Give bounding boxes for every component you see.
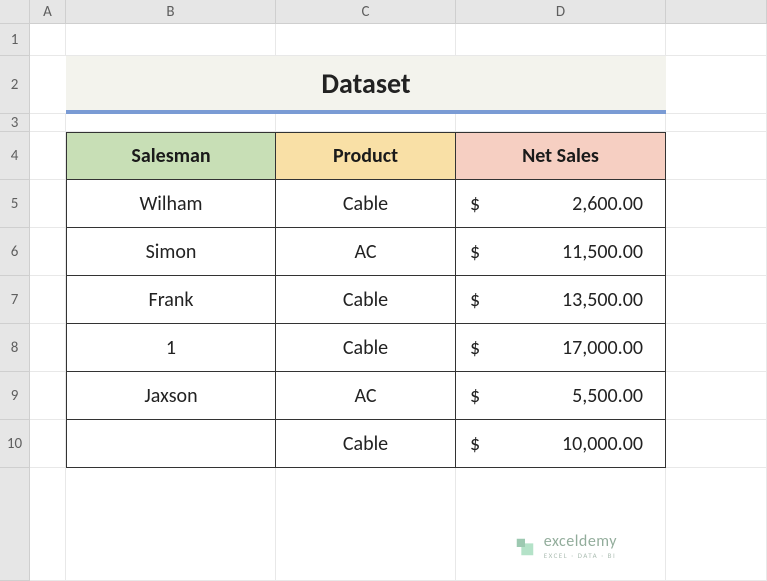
currency-symbol: $ <box>470 384 480 408</box>
cell-salesman-0[interactable]: Wilham <box>66 180 276 228</box>
netsales-value: 2,600.00 <box>572 192 643 216</box>
currency-symbol: $ <box>470 432 480 456</box>
cell-D-blank[interactable] <box>456 468 666 581</box>
cell-E9[interactable] <box>666 372 767 420</box>
col-header-C[interactable]: C <box>276 0 456 24</box>
cell-E6[interactable] <box>666 228 767 276</box>
cell-E1[interactable] <box>666 24 767 56</box>
row-header-2[interactable]: 2 <box>0 56 30 114</box>
currency-symbol: $ <box>470 288 480 312</box>
cell-salesman-2[interactable]: Frank <box>66 276 276 324</box>
spreadsheet-grid: A B C D 1 2 3 4 5 6 7 8 9 10 Dataset Sal… <box>0 0 767 581</box>
cell-E5[interactable] <box>666 180 767 228</box>
select-all-corner[interactable] <box>0 0 30 24</box>
cell-A1[interactable] <box>30 24 66 56</box>
cell-salesman-4[interactable]: Jaxson <box>66 372 276 420</box>
table-header-product[interactable]: Product <box>276 132 456 180</box>
cell-D1[interactable] <box>456 24 666 56</box>
row-header-5[interactable]: 5 <box>0 180 30 228</box>
row-header-3[interactable]: 3 <box>0 114 30 132</box>
row-header-6[interactable]: 6 <box>0 228 30 276</box>
netsales-value: 10,000.00 <box>562 432 643 456</box>
currency-symbol: $ <box>470 240 480 264</box>
cell-netsales-5[interactable]: $ 10,000.00 <box>456 420 666 468</box>
cell-E8[interactable] <box>666 324 767 372</box>
cell-C-blank[interactable] <box>276 468 456 581</box>
cell-product-1[interactable]: AC <box>276 228 456 276</box>
cell-product-0[interactable]: Cable <box>276 180 456 228</box>
watermark: exceldemy EXCEL · DATA · BI <box>514 534 617 559</box>
cell-A-blank[interactable] <box>30 468 66 581</box>
cell-netsales-1[interactable]: $ 11,500.00 <box>456 228 666 276</box>
row-header-7[interactable]: 7 <box>0 276 30 324</box>
cell-D3[interactable] <box>456 114 666 132</box>
row-header-4[interactable]: 4 <box>0 132 30 180</box>
cell-netsales-2[interactable]: $ 13,500.00 <box>456 276 666 324</box>
cell-product-5[interactable]: Cable <box>276 420 456 468</box>
row-header-10[interactable]: 10 <box>0 420 30 468</box>
netsales-value: 11,500.00 <box>562 240 643 264</box>
netsales-value: 13,500.00 <box>562 288 643 312</box>
cell-C3[interactable] <box>276 114 456 132</box>
currency-symbol: $ <box>470 192 480 216</box>
cell-A6[interactable] <box>30 228 66 276</box>
cell-A10[interactable] <box>30 420 66 468</box>
cell-A9[interactable] <box>30 372 66 420</box>
cell-B1[interactable] <box>66 24 276 56</box>
cell-E-blank[interactable] <box>666 468 767 581</box>
row-header-1[interactable]: 1 <box>0 24 30 56</box>
cell-E2[interactable] <box>666 56 767 114</box>
cell-A8[interactable] <box>30 324 66 372</box>
cell-product-2[interactable]: Cable <box>276 276 456 324</box>
watermark-sub: EXCEL · DATA · BI <box>544 552 617 559</box>
cell-netsales-0[interactable]: $ 2,600.00 <box>456 180 666 228</box>
cell-E7[interactable] <box>666 276 767 324</box>
cell-B-blank[interactable] <box>66 468 276 581</box>
cell-C1[interactable] <box>276 24 456 56</box>
cell-product-3[interactable]: Cable <box>276 324 456 372</box>
cell-netsales-4[interactable]: $ 5,500.00 <box>456 372 666 420</box>
currency-symbol: $ <box>470 336 480 360</box>
col-header-D[interactable]: D <box>456 0 666 24</box>
cell-salesman-1[interactable]: Simon <box>66 228 276 276</box>
netsales-value: 5,500.00 <box>572 384 643 408</box>
cell-E10[interactable] <box>666 420 767 468</box>
cell-A4[interactable] <box>30 132 66 180</box>
cell-salesman-5[interactable] <box>66 420 276 468</box>
cell-A3[interactable] <box>30 114 66 132</box>
col-header-blank <box>666 0 767 24</box>
netsales-value: 17,000.00 <box>562 336 643 360</box>
cell-B3[interactable] <box>66 114 276 132</box>
col-header-B[interactable]: B <box>66 0 276 24</box>
cell-E4[interactable] <box>666 132 767 180</box>
table-header-netsales[interactable]: Net Sales <box>456 132 666 180</box>
table-header-salesman[interactable]: Salesman <box>66 132 276 180</box>
col-header-A[interactable]: A <box>30 0 66 24</box>
cell-salesman-3[interactable]: 1 <box>66 324 276 372</box>
cell-E3[interactable] <box>666 114 767 132</box>
row-header-9[interactable]: 9 <box>0 372 30 420</box>
watermark-main: exceldemy <box>544 534 617 550</box>
row-header-8[interactable]: 8 <box>0 324 30 372</box>
cell-A5[interactable] <box>30 180 66 228</box>
exceldemy-logo-icon <box>514 536 536 558</box>
row-header-blank <box>0 468 30 581</box>
dataset-title[interactable]: Dataset <box>66 56 666 114</box>
cell-A7[interactable] <box>30 276 66 324</box>
cell-product-4[interactable]: AC <box>276 372 456 420</box>
cell-netsales-3[interactable]: $ 17,000.00 <box>456 324 666 372</box>
